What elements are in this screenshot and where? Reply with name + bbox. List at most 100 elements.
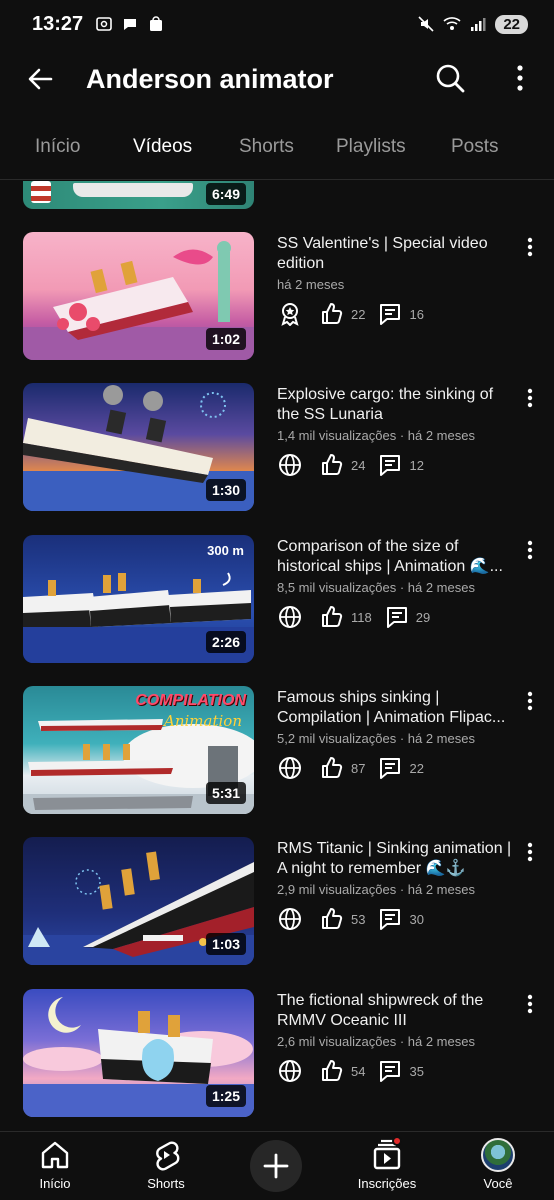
shorts-icon <box>156 1141 180 1171</box>
wifi-icon <box>443 17 461 30</box>
comment-count: 12 <box>409 457 424 473</box>
nav-subscriptions[interactable]: Inscrições <box>342 1136 432 1191</box>
nav-home[interactable]: Início <box>10 1138 100 1191</box>
like-count: 54 <box>351 1063 366 1079</box>
video-menu-button[interactable] <box>520 537 540 563</box>
video-meta: 8,5 mil visualizações · há 2 meses <box>277 580 475 595</box>
video-thumbnail[interactable]: 1:03 <box>23 837 254 965</box>
search-button[interactable] <box>430 58 470 98</box>
comment-count: 35 <box>409 1063 424 1079</box>
nav-you[interactable]: Você <box>453 1138 543 1191</box>
tab-posts[interactable]: Posts <box>451 136 499 158</box>
comment-icon[interactable] <box>377 1058 403 1084</box>
video-thumbnail-partial[interactable]: 6:49 <box>23 181 254 209</box>
comment-icon[interactable] <box>377 301 403 327</box>
video-menu-button[interactable] <box>520 991 540 1017</box>
nav-label: Início <box>39 1176 71 1191</box>
comment-count: 30 <box>409 911 424 927</box>
video-thumbnail[interactable]: 1:25 <box>23 989 254 1117</box>
list-item[interactable]: 1:25 The fictional shipwreck of the RMMV… <box>0 989 554 1119</box>
globe-icon <box>277 452 303 478</box>
like-count: 24 <box>351 457 366 473</box>
plus-icon <box>263 1153 289 1179</box>
like-count: 87 <box>351 760 366 776</box>
badge-icon <box>277 301 303 327</box>
video-duration: 2:26 <box>205 631 246 653</box>
comment-icon[interactable] <box>377 906 403 932</box>
thumbnail-label: 300 m <box>207 543 244 558</box>
list-item[interactable]: 1:03 RMS Titanic | Sinking animation | A… <box>0 837 554 967</box>
video-stats: 22 16 <box>277 300 436 328</box>
more-options-button[interactable] <box>505 58 535 98</box>
video-duration: 6:49 <box>205 183 246 205</box>
comment-icon[interactable] <box>384 604 410 630</box>
video-menu-button[interactable] <box>520 385 540 411</box>
video-stats: 53 30 <box>277 905 436 933</box>
tab-shorts[interactable]: Shorts <box>239 136 294 158</box>
like-icon[interactable] <box>319 301 345 327</box>
video-title[interactable]: Explosive cargo: the sinking of the SS L… <box>277 385 513 425</box>
video-menu-button[interactable] <box>520 688 540 714</box>
video-stats: 118 29 <box>277 603 442 631</box>
globe-icon <box>277 755 303 781</box>
comment-icon[interactable] <box>377 755 403 781</box>
like-icon[interactable] <box>319 906 345 932</box>
list-item[interactable]: 1:30 Explosive cargo: the sinking of the… <box>0 383 554 513</box>
video-meta: 2,9 mil visualizações · há 2 meses <box>277 882 475 897</box>
battery-indicator: 22 <box>495 14 528 34</box>
video-list[interactable]: 6:49 1:02 SS Valentine's | Special video… <box>0 181 554 1131</box>
video-thumbnail[interactable]: COMPILATION Animation 5:31 <box>23 686 254 814</box>
ship-graphic <box>73 183 193 197</box>
back-button[interactable] <box>20 59 60 99</box>
nav-shorts[interactable]: Shorts <box>121 1138 211 1191</box>
create-button[interactable] <box>250 1140 302 1192</box>
list-item[interactable]: COMPILATION Animation 5:31 Famous ships … <box>0 686 554 816</box>
list-item[interactable]: 300 m 2:26 Comparison of the size of his… <box>0 535 554 665</box>
arrow-left-icon <box>28 68 53 90</box>
video-meta: 2,6 mil visualizações · há 2 meses <box>277 1034 475 1049</box>
video-duration: 1:30 <box>205 479 246 501</box>
tab-playlists[interactable]: Playlists <box>336 136 406 158</box>
signal-icon <box>471 18 486 31</box>
thumbnail-label: Animation <box>164 712 242 730</box>
avatar <box>481 1138 515 1172</box>
video-thumbnail[interactable]: 300 m 2:26 <box>23 535 254 663</box>
like-icon[interactable] <box>319 755 345 781</box>
video-title[interactable]: Comparison of the size of historical shi… <box>277 537 513 577</box>
tab-videos[interactable]: Vídeos <box>133 136 192 158</box>
video-title[interactable]: The fictional shipwreck of the RMMV Ocea… <box>277 991 513 1031</box>
more-vert-icon <box>527 237 533 257</box>
like-icon[interactable] <box>319 452 345 478</box>
video-title[interactable]: SS Valentine's | Special video edition <box>277 234 513 274</box>
video-title[interactable]: RMS Titanic | Sinking animation | A nigh… <box>277 839 513 879</box>
video-stats: 24 12 <box>277 451 436 479</box>
video-title[interactable]: Famous ships sinking | Compilation | Ani… <box>277 688 513 728</box>
more-vert-icon <box>527 388 533 408</box>
video-thumbnail[interactable]: 1:02 <box>23 232 254 360</box>
like-icon[interactable] <box>319 604 345 630</box>
nav-label: Shorts <box>147 1176 185 1191</box>
bottom-navigation: Início Shorts Inscrições Você <box>0 1131 554 1200</box>
video-thumbnail[interactable]: 1:30 <box>23 383 254 511</box>
app-header: Anderson animator <box>0 48 554 110</box>
video-meta: 1,4 mil visualizações · há 2 meses <box>277 428 475 443</box>
screenshot-icon <box>96 17 112 31</box>
clock: 13:27 <box>32 12 84 35</box>
home-icon <box>41 1141 69 1169</box>
like-icon[interactable] <box>319 1058 345 1084</box>
video-menu-button[interactable] <box>520 839 540 865</box>
tab-inicio[interactable]: Início <box>35 136 80 158</box>
search-icon <box>436 64 465 93</box>
chat-icon <box>124 19 137 30</box>
notification-dot <box>392 1136 402 1146</box>
channel-title: Anderson animator <box>86 63 334 94</box>
subscriptions-icon-wrap <box>370 1136 404 1172</box>
video-menu-button[interactable] <box>520 234 540 260</box>
list-item[interactable]: 1:02 SS Valentine's | Special video edit… <box>0 232 554 362</box>
shopping-icon <box>150 16 163 31</box>
mute-icon <box>418 16 434 32</box>
comment-count: 16 <box>409 306 424 322</box>
comment-icon[interactable] <box>377 452 403 478</box>
comment-count: 22 <box>409 760 424 776</box>
video-stats: 87 22 <box>277 754 436 782</box>
